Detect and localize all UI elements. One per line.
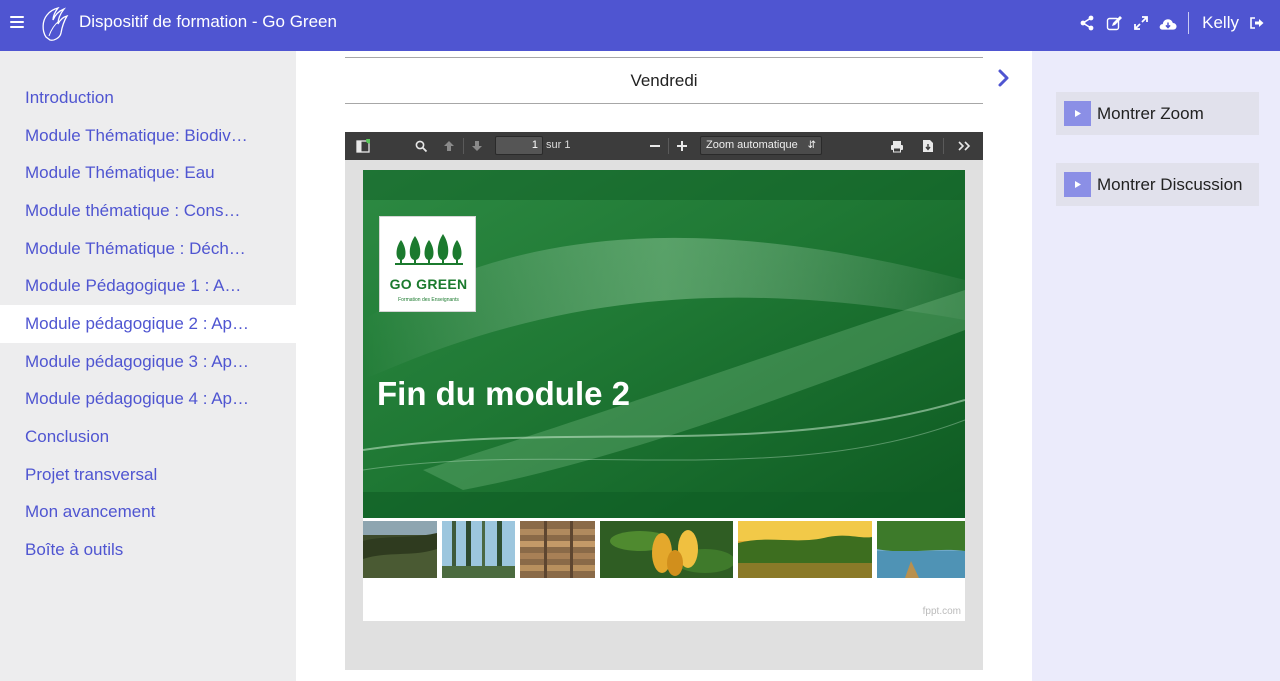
show-zoom-button[interactable]: Montrer Zoom — [1056, 92, 1259, 135]
sidebar-item-module-pedagogique-2[interactable]: Module pédagogique 2 : Ap… — [0, 305, 296, 343]
logout-icon[interactable] — [1248, 14, 1266, 32]
toolbar-divider — [1188, 12, 1190, 34]
sidebar-item-boite-a-outils[interactable]: Boîte à outils — [0, 531, 296, 569]
right-panel: Montrer Zoom Montrer Discussion — [1032, 51, 1280, 681]
chevron-right-icon[interactable] — [996, 68, 1012, 88]
forest-aerial-photo — [363, 521, 437, 578]
top-bar: Dispositif de formation - Go Green Kelly — [0, 0, 1280, 51]
sidebar-item-conclusion[interactable]: Conclusion — [0, 418, 296, 456]
sidebar-item-module-pedagogique-1[interactable]: Module Pédagogique 1 : A… — [0, 267, 296, 305]
expand-icon[interactable] — [1132, 14, 1150, 32]
slide-credit: fppt.com — [922, 606, 961, 617]
zoom-out-icon[interactable] — [648, 137, 662, 155]
slide-title: Fin du module 2 — [377, 375, 630, 412]
cloud-download-icon[interactable] — [1159, 14, 1177, 32]
hamburger-menu-icon[interactable] — [10, 13, 28, 31]
app-logo-icon — [42, 6, 69, 41]
course-sidebar: Introduction Module Thématique: Biodiv… … — [0, 51, 296, 681]
photo-strip — [363, 521, 965, 578]
find-icon[interactable] — [413, 137, 429, 155]
page-number-input[interactable]: 1 — [495, 136, 543, 155]
sidebar-item-module-pedagogique-4[interactable]: Module pédagogique 4 : Ap… — [0, 381, 296, 419]
more-tools-icon[interactable] — [955, 137, 973, 155]
toolbar-divider — [943, 138, 944, 154]
show-discussion-label: Montrer Discussion — [1097, 174, 1243, 194]
pdf-viewer: 1 sur 1 Zoom automatique ⇵ GO GREEN Form… — [345, 132, 983, 670]
download-icon[interactable] — [920, 137, 936, 155]
logo-text: GO GREEN — [389, 276, 468, 292]
sidebar-item-module-biodiversite[interactable]: Module Thématique: Biodiv… — [0, 117, 296, 155]
select-caret-icon: ⇵ — [807, 140, 816, 151]
toolbar-divider — [668, 138, 669, 154]
logo-subtext: Formation des Enseignants — [398, 297, 459, 303]
app-title: Dispositif de formation - Go Green — [79, 12, 337, 31]
previous-page-icon[interactable] — [442, 137, 456, 155]
play-icon — [1064, 101, 1091, 126]
go-green-logo: GO GREEN Formation des Enseignants — [379, 216, 476, 312]
show-discussion-button[interactable]: Montrer Discussion — [1056, 163, 1259, 206]
zoom-in-icon[interactable] — [675, 137, 689, 155]
show-zoom-label: Montrer Zoom — [1097, 103, 1204, 123]
sidebar-item-module-eau[interactable]: Module Thématique: Eau — [0, 154, 296, 192]
main-content: Vendredi 1 sur 1 Zoom automatique ⇵ GO G… — [296, 51, 1032, 681]
river-canoe-photo — [877, 521, 965, 578]
next-page-icon[interactable] — [470, 137, 484, 155]
sidebar-item-introduction[interactable]: Introduction — [0, 79, 296, 117]
pdf-slide: GO GREEN Formation des Enseignants Fin d… — [363, 170, 965, 621]
sidebar-toggle-icon[interactable] — [355, 137, 371, 155]
zoom-select[interactable]: Zoom automatique ⇵ — [700, 136, 822, 155]
cocoa-pods-photo — [600, 521, 733, 578]
top-toolbar: Kelly — [1078, 11, 1266, 35]
sidebar-item-module-dechets[interactable]: Module Thématique : Déch… — [0, 230, 296, 268]
toolbar-divider — [463, 138, 464, 154]
page-count-label: sur 1 — [546, 139, 571, 151]
edit-icon[interactable] — [1105, 14, 1123, 32]
zoom-select-value: Zoom automatique — [706, 139, 798, 151]
print-icon[interactable] — [889, 137, 905, 155]
sidebar-item-module-pedagogique-3[interactable]: Module pédagogique 3 : Ap… — [0, 343, 296, 381]
pdf-toolbar: 1 sur 1 Zoom automatique ⇵ — [345, 132, 983, 160]
share-icon[interactable] — [1078, 14, 1096, 32]
sidebar-item-module-consommation[interactable]: Module thématique : Cons… — [0, 192, 296, 230]
timber-stack-photo — [520, 521, 595, 578]
day-header: Vendredi — [345, 57, 983, 104]
tree-logo-icon — [395, 234, 463, 265]
jungle-river-photo — [738, 521, 872, 578]
tall-trees-photo — [442, 521, 515, 578]
sidebar-item-mon-avancement[interactable]: Mon avancement — [0, 494, 296, 532]
play-icon — [1064, 172, 1091, 197]
sidebar-item-projet-transversal[interactable]: Projet transversal — [0, 456, 296, 494]
user-name[interactable]: Kelly — [1202, 13, 1239, 33]
